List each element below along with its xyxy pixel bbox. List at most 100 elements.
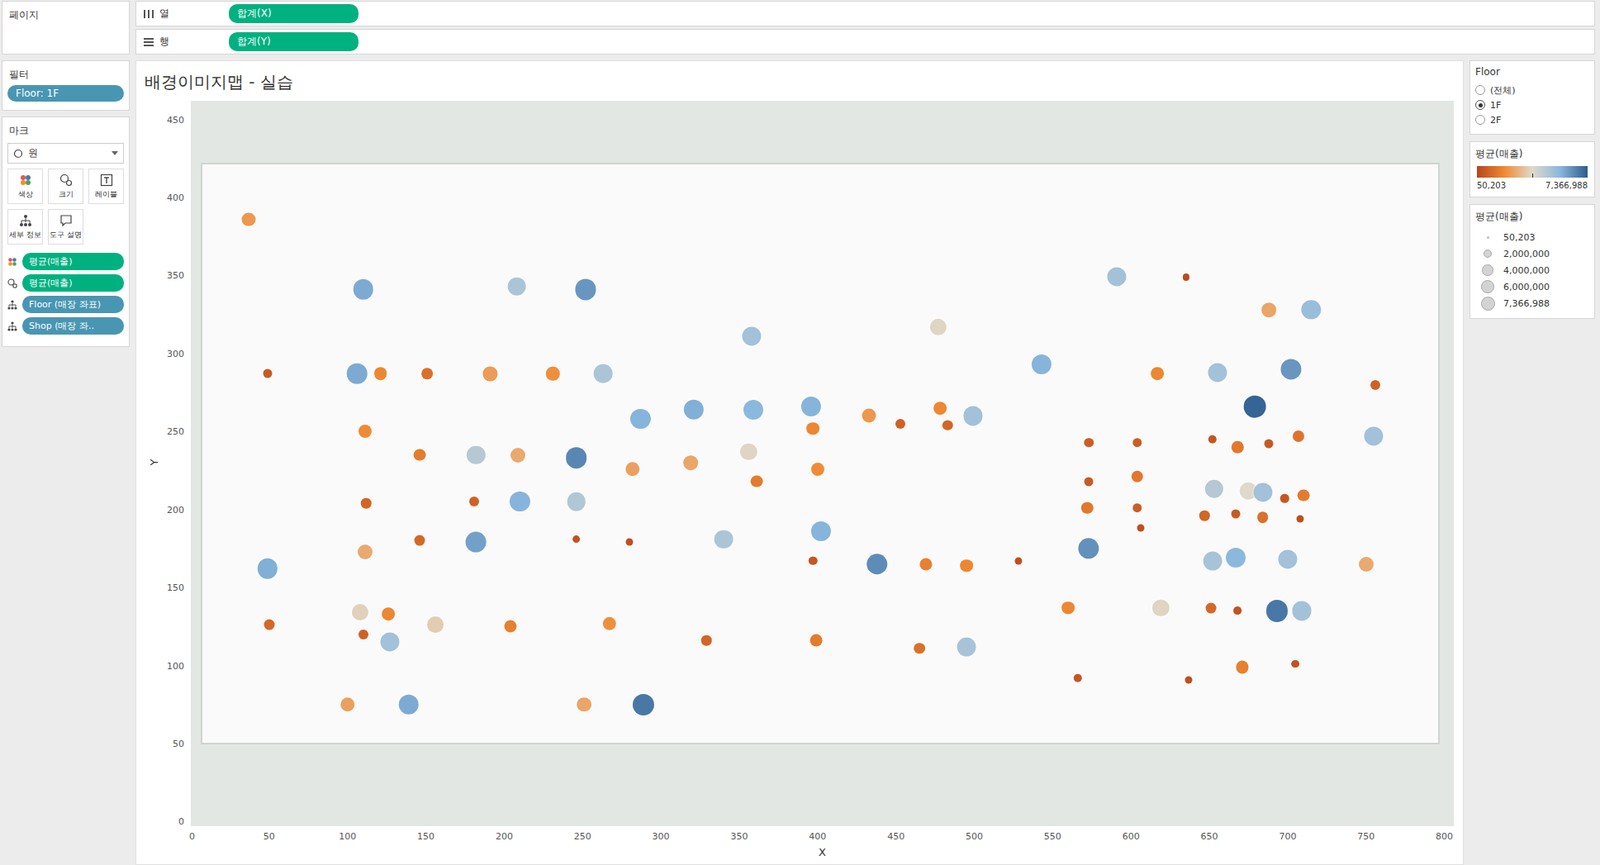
shop-point[interactable] (379, 632, 399, 652)
shop-point[interactable] (374, 367, 388, 381)
floor-radio[interactable]: (전체) (1475, 82, 1590, 98)
shop-point[interactable] (1291, 601, 1311, 621)
shop-point[interactable] (913, 642, 926, 655)
shop-point[interactable] (427, 616, 444, 633)
floor-radio[interactable]: 1F (1475, 97, 1590, 113)
mark-button[interactable]: 세부 정보 (7, 208, 43, 245)
shop-point[interactable] (352, 279, 374, 300)
shop-point[interactable] (1277, 550, 1297, 570)
shop-point[interactable] (1151, 367, 1165, 381)
shop-point[interactable] (263, 619, 275, 631)
rows-shelf[interactable]: 행합계(Y) (135, 28, 1596, 55)
shop-point[interactable] (862, 408, 877, 423)
shop-point[interactable] (1264, 439, 1274, 449)
shop-point[interactable] (242, 212, 257, 227)
shop-point[interactable] (1061, 601, 1075, 615)
size-circle-icon (1483, 249, 1492, 258)
shop-point[interactable] (1364, 426, 1384, 446)
shop-point[interactable] (742, 327, 762, 347)
y-tick: 450 (166, 113, 185, 125)
shop-point[interactable] (262, 369, 272, 379)
tooltip-icon (59, 213, 73, 228)
y-tick: 250 (166, 426, 185, 437)
mark-type-dropdown[interactable]: 원 (7, 142, 124, 164)
size-legend-item: 50,203 (1475, 228, 1590, 246)
mark-button[interactable]: 색상 (7, 168, 43, 205)
shop-point[interactable] (566, 492, 586, 512)
shop-point[interactable] (358, 424, 372, 438)
shop-point[interactable] (683, 455, 698, 471)
shop-point[interactable] (1225, 547, 1246, 568)
shop-point[interactable] (398, 693, 419, 715)
size-circle-icon (1481, 296, 1496, 311)
columns-shelf[interactable]: 열합계(X) (135, 0, 1596, 27)
shop-point[interactable] (959, 559, 974, 573)
field-pill[interactable]: 평균(매출) (22, 252, 124, 271)
field-pill[interactable]: Shop (매장 좌.. (22, 317, 124, 335)
shop-point[interactable] (510, 447, 526, 463)
shop-point[interactable] (1083, 437, 1094, 448)
shop-point[interactable] (743, 399, 764, 420)
shop-point[interactable] (750, 474, 763, 488)
shop-point[interactable] (1132, 503, 1143, 513)
shop-point[interactable] (1370, 379, 1381, 390)
shop-point[interactable] (565, 447, 588, 470)
shop-point[interactable] (714, 529, 734, 549)
rows-pill[interactable]: 합계(Y) (228, 32, 359, 52)
columns-pill[interactable]: 합계(X) (228, 4, 359, 24)
shop-point[interactable] (1231, 509, 1241, 519)
shop-point[interactable] (422, 368, 434, 380)
shop-point[interactable] (1083, 476, 1093, 486)
shop-point[interactable] (963, 406, 983, 426)
floor-radio[interactable]: 2F (1475, 112, 1590, 128)
shop-point[interactable] (358, 629, 369, 640)
shop-point[interactable] (1261, 302, 1277, 318)
shop-point[interactable] (1132, 437, 1143, 448)
shop-point[interactable] (507, 276, 527, 296)
shop-point[interactable] (1257, 511, 1269, 523)
shop-point[interactable] (1205, 602, 1216, 613)
pages-shelf[interactable]: 페이지 (1, 0, 130, 55)
shop-point[interactable] (413, 448, 427, 461)
x-tick: 450 (887, 830, 905, 842)
shop-point[interactable] (806, 422, 820, 436)
map-plot[interactable] (190, 100, 1454, 827)
shop-point[interactable] (465, 531, 487, 553)
shop-point[interactable] (1291, 659, 1300, 669)
shop-point[interactable] (811, 462, 825, 476)
shop-point[interactable] (1107, 267, 1127, 287)
shop-point[interactable] (413, 535, 425, 546)
shop-point[interactable] (346, 363, 368, 385)
shop-point[interactable] (810, 634, 823, 647)
shop-point[interactable] (1202, 551, 1222, 571)
mark-button[interactable]: 크기 (47, 168, 84, 205)
shop-point[interactable] (1358, 556, 1374, 572)
color-legend: 평균(매출)50,2037,366,988 (1469, 141, 1596, 198)
mark-button[interactable]: 레이블 (88, 168, 124, 205)
shop-point[interactable] (933, 401, 947, 415)
filter-pill[interactable]: Floor: 1F (7, 85, 124, 102)
chevron-down-icon (111, 151, 119, 157)
rows-icon (142, 37, 155, 48)
shop-point[interactable] (1207, 362, 1227, 382)
shop-point[interactable] (357, 544, 373, 560)
shop-point[interactable] (1243, 395, 1267, 418)
shop-point[interactable] (576, 697, 592, 713)
filters-shelf[interactable]: 필터Floor: 1F (1, 60, 130, 111)
shop-point[interactable] (1253, 482, 1273, 502)
x-tick: 600 (1122, 830, 1140, 842)
columns-label: 열 (136, 6, 229, 21)
detail-icon (7, 321, 18, 332)
circle-icon (13, 148, 24, 159)
shop-point[interactable] (895, 418, 906, 429)
shop-point[interactable] (381, 607, 395, 621)
shop-point[interactable] (1233, 607, 1242, 616)
shop-point[interactable] (572, 535, 581, 544)
field-pill[interactable]: Floor (매장 좌표) (22, 295, 124, 314)
mark-button[interactable]: 도구 설명 (47, 208, 84, 245)
shop-point[interactable] (1296, 489, 1310, 502)
field-pill[interactable]: 평균(매출) (22, 274, 124, 292)
shop-point[interactable] (593, 364, 613, 384)
shop-point[interactable] (957, 636, 977, 656)
shop-point[interactable] (469, 496, 480, 507)
